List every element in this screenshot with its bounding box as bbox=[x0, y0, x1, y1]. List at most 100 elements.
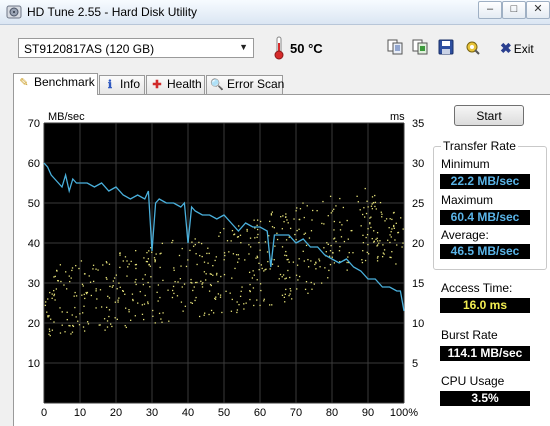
y-tick-label-right: 5 bbox=[412, 358, 418, 370]
access-time-point bbox=[381, 213, 383, 215]
access-time-point bbox=[80, 260, 83, 262]
access-time-point bbox=[389, 234, 391, 236]
access-time-point bbox=[340, 236, 343, 238]
access-time-point bbox=[307, 258, 309, 261]
access-time-point bbox=[342, 206, 345, 209]
access-time-point bbox=[212, 274, 214, 276]
y-tick-label-left: 50 bbox=[28, 198, 40, 210]
access-time-point bbox=[205, 273, 207, 275]
access-time-point bbox=[161, 321, 163, 323]
access-time-point bbox=[402, 228, 404, 230]
access-time-point bbox=[176, 295, 179, 297]
access-time-point bbox=[369, 222, 371, 224]
access-time-point bbox=[253, 219, 255, 221]
access-time-point bbox=[299, 218, 301, 221]
access-time-point bbox=[173, 267, 175, 269]
access-time-point bbox=[333, 229, 335, 231]
access-time-point bbox=[249, 237, 252, 239]
access-time-point bbox=[381, 216, 383, 218]
access-time-point bbox=[281, 246, 284, 248]
access-time-point bbox=[248, 253, 250, 255]
access-time-point bbox=[141, 304, 144, 306]
access-time-point bbox=[364, 259, 367, 262]
access-time-point bbox=[109, 285, 111, 288]
access-time-point bbox=[362, 234, 364, 236]
access-time-point bbox=[146, 261, 149, 263]
access-time-point bbox=[333, 262, 336, 264]
access-time-point bbox=[304, 232, 307, 234]
access-time-point bbox=[356, 195, 358, 197]
access-time-point bbox=[117, 301, 119, 303]
access-time-point bbox=[57, 279, 59, 282]
access-time-point bbox=[178, 254, 181, 257]
y-axis-label-right: ms bbox=[390, 111, 405, 123]
access-time-point bbox=[303, 216, 305, 219]
access-time-point bbox=[114, 301, 117, 303]
access-time-point bbox=[194, 281, 197, 284]
access-time-point bbox=[294, 233, 296, 236]
access-time-point bbox=[243, 303, 245, 305]
access-time-point bbox=[83, 330, 86, 332]
access-time-point bbox=[124, 256, 127, 258]
access-time-point bbox=[171, 289, 174, 292]
access-time-point bbox=[236, 301, 238, 303]
access-time-point bbox=[245, 302, 247, 304]
access-time-point bbox=[373, 240, 375, 242]
access-time-point bbox=[92, 268, 94, 270]
start-button[interactable]: Start bbox=[454, 105, 524, 126]
access-time-point bbox=[119, 252, 121, 254]
access-time-point bbox=[63, 284, 65, 286]
access-time-point bbox=[377, 255, 379, 258]
access-time-point bbox=[370, 226, 372, 229]
access-time-point bbox=[392, 212, 395, 214]
access-time-point bbox=[381, 255, 384, 258]
access-time-point bbox=[260, 289, 262, 292]
tab-benchmark[interactable]: ✎ Benchmark bbox=[13, 73, 98, 95]
access-time-point bbox=[143, 257, 145, 259]
access-time-point bbox=[397, 232, 399, 234]
access-time-point bbox=[298, 258, 300, 260]
access-time-point bbox=[185, 265, 188, 268]
access-time-point bbox=[125, 307, 127, 309]
access-time-point bbox=[391, 218, 393, 221]
access-time-point bbox=[173, 269, 175, 271]
access-time-point bbox=[263, 300, 265, 302]
access-time-point bbox=[90, 294, 93, 297]
access-time-point bbox=[135, 267, 137, 270]
access-time-point bbox=[237, 236, 240, 238]
access-time-point bbox=[293, 218, 295, 220]
access-time-point bbox=[388, 227, 390, 229]
access-time-point bbox=[376, 257, 379, 259]
cpu-usage-label: CPU Usage bbox=[441, 374, 505, 388]
access-time-point bbox=[363, 207, 365, 209]
access-time-point bbox=[68, 275, 70, 277]
access-time-point bbox=[105, 261, 108, 263]
access-time-point bbox=[259, 283, 262, 285]
access-time-point bbox=[217, 293, 220, 295]
access-time-point bbox=[105, 306, 108, 309]
access-time-point bbox=[269, 304, 271, 306]
access-time-point bbox=[246, 230, 248, 232]
access-time-point bbox=[147, 258, 150, 260]
access-time-point bbox=[160, 318, 162, 320]
access-time-point bbox=[284, 293, 286, 295]
access-time-point bbox=[53, 276, 55, 278]
access-time-point bbox=[221, 311, 223, 314]
access-time-point bbox=[266, 251, 269, 253]
access-time-point bbox=[103, 318, 106, 320]
access-time-point bbox=[281, 228, 283, 230]
access-time-point bbox=[296, 229, 298, 232]
access-time-point bbox=[315, 262, 317, 264]
access-time-point bbox=[389, 256, 391, 258]
access-time-point bbox=[200, 280, 202, 282]
x-tick-label: 50 bbox=[218, 407, 230, 419]
access-time-point bbox=[198, 241, 200, 244]
access-time-point bbox=[130, 260, 132, 263]
access-time-point bbox=[223, 273, 226, 276]
access-time-point bbox=[142, 278, 144, 280]
y-tick-label-right: 25 bbox=[412, 198, 424, 210]
access-time-point bbox=[285, 239, 288, 241]
access-time-point bbox=[348, 251, 350, 254]
y-tick-label-left: 60 bbox=[28, 158, 40, 170]
access-time-point bbox=[238, 304, 240, 306]
